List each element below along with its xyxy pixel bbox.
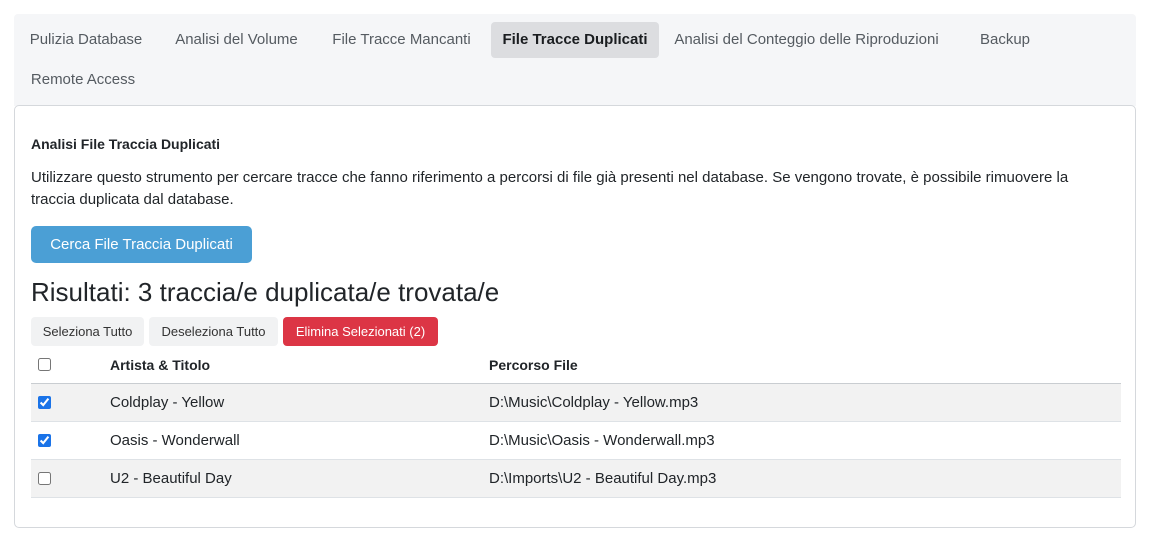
row-checkbox[interactable] <box>38 396 51 409</box>
row-artist-title: U2 - Beautiful Day <box>110 470 232 487</box>
column-header-artist-title: Artista & Titolo <box>110 356 211 373</box>
row-checkbox[interactable] <box>38 472 51 485</box>
select-all-button[interactable]: Seleziona Tutto <box>31 317 144 346</box>
table-row[interactable]: U2 - Beautiful Day D:\Imports\U2 - Beaut… <box>31 460 1121 498</box>
table-row[interactable]: Oasis - Wonderwall D:\Music\Oasis - Wond… <box>31 422 1121 460</box>
tab-remote-access[interactable]: Remote Access <box>15 62 151 98</box>
row-checkbox[interactable] <box>38 434 51 447</box>
tab-backup[interactable]: Backup <box>967 22 1043 58</box>
duplicate-files-panel: Analisi File Traccia Duplicati Utilizzar… <box>14 105 1136 528</box>
deselect-all-button[interactable]: Deseleziona Tutto <box>149 317 278 346</box>
search-duplicates-button[interactable]: Cerca File Traccia Duplicati <box>31 226 252 263</box>
panel-title: Analisi File Traccia Duplicati <box>31 136 221 152</box>
duplicates-table: Artista & Titolo Percorso File Coldplay … <box>31 346 1121 498</box>
row-file-path: D:\Music\Coldplay - Yellow.mp3 <box>489 394 699 411</box>
tab-pulizia-database[interactable]: Pulizia Database <box>15 22 157 58</box>
results-title: Risultati: 3 traccia/e duplicata/e trova… <box>31 277 500 307</box>
table-header: Artista & Titolo Percorso File <box>31 346 1121 384</box>
column-header-file-path: Percorso File <box>489 356 578 373</box>
tab-analisi-volume[interactable]: Analisi del Volume <box>163 22 310 58</box>
row-file-path: D:\Imports\U2 - Beautiful Day.mp3 <box>489 470 717 487</box>
row-artist-title: Coldplay - Yellow <box>110 394 225 411</box>
panel-description: Utilizzare questo strumento per cercare … <box>31 169 1069 208</box>
tab-bar: Pulizia Database Analisi del Volume File… <box>14 14 1136 106</box>
delete-selected-button[interactable]: Elimina Selezionati (2) <box>283 317 438 346</box>
tab-analisi-conteggio-riproduzioni[interactable]: Analisi del Conteggio delle Riproduzioni <box>665 22 948 58</box>
table-row[interactable]: Coldplay - Yellow D:\Music\Coldplay - Ye… <box>31 384 1121 422</box>
tab-file-tracce-duplicati[interactable]: File Tracce Duplicati <box>491 22 659 58</box>
tab-file-tracce-mancanti[interactable]: File Tracce Mancanti <box>316 22 487 58</box>
row-artist-title: Oasis - Wonderwall <box>110 432 240 449</box>
row-file-path: D:\Music\Oasis - Wonderwall.mp3 <box>489 432 715 449</box>
select-all-checkbox[interactable] <box>38 358 51 371</box>
